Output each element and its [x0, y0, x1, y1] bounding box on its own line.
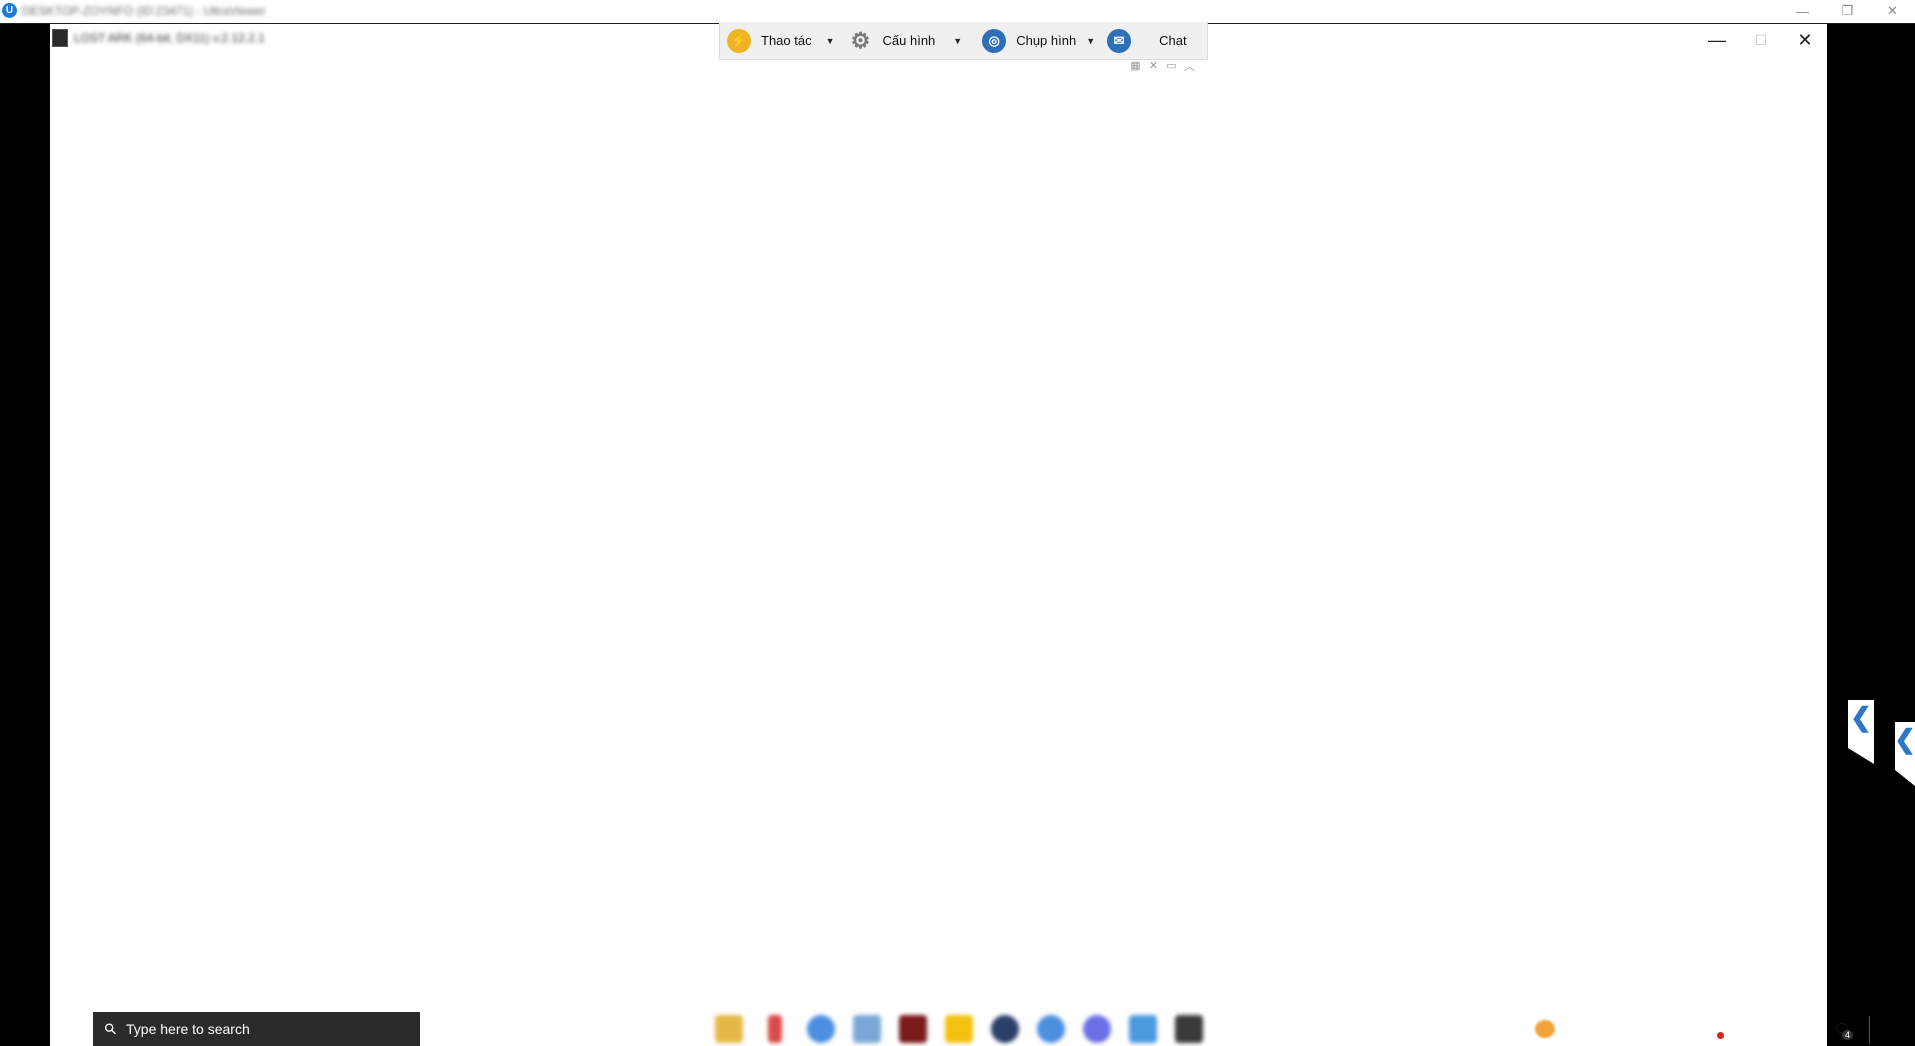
- remote-minimize-button[interactable]: —: [1695, 24, 1739, 56]
- weather-icon[interactable]: [1535, 1020, 1555, 1038]
- outer-minimize-button[interactable]: —: [1780, 0, 1825, 22]
- recording-indicator-icon: [1717, 1032, 1724, 1039]
- chat-label: Chat: [1159, 33, 1187, 48]
- discord-icon[interactable]: [1083, 1015, 1111, 1043]
- outer-window-title: DESKTOP-ZOYNFO (ID:23471) - UltraViewer: [22, 4, 266, 18]
- lightning-icon: ⚡: [727, 28, 751, 53]
- action-menu-button[interactable]: ⚡ Thao tác ▼: [727, 22, 835, 59]
- chat-icon: ✉: [1107, 28, 1132, 53]
- outer-close-button[interactable]: ✕: [1870, 0, 1915, 22]
- settings-menu-label: Cấu hình: [882, 33, 936, 48]
- app-icon[interactable]: [1175, 1015, 1203, 1043]
- camera-icon: ◎: [982, 28, 1007, 53]
- gear-icon: ⚙: [850, 27, 871, 53]
- outer-window-titlebar: U DESKTOP-ZOYNFO (ID:23471) - UltraViewe…: [0, 0, 1915, 24]
- monitor-icon[interactable]: ▭: [1164, 58, 1179, 73]
- chevron-down-icon[interactable]: ▼: [826, 36, 835, 46]
- toolbar-mini-controls: ▦ ✕ ▭ ︿: [1128, 58, 1197, 73]
- chevron-down-icon[interactable]: ▼: [953, 36, 962, 46]
- capture-menu-label: Chụp hình: [1016, 33, 1077, 48]
- outer-window-controls: — ❐ ✕: [1780, 0, 1915, 22]
- chrome-icon[interactable]: [807, 1015, 835, 1043]
- action-menu-label: Thao tác: [761, 33, 812, 48]
- notification-count-badge: 4: [1842, 1030, 1854, 1040]
- ultraviewer-toolbar: ⚡ Thao tác ▼ ⚙ Cấu hình ▼ ◎ Chụp hình ▼ …: [719, 22, 1208, 60]
- ultraviewer-taskbar-icon[interactable]: [1129, 1015, 1157, 1043]
- remote-window-title: LOST ARK (64-bit, DX11) v.2.12.2.1: [74, 31, 265, 45]
- show-desktop-divider: [1869, 1016, 1870, 1044]
- app-icon[interactable]: [1037, 1015, 1065, 1043]
- settings-menu-button[interactable]: ⚙ Cấu hình ▼: [849, 22, 963, 59]
- chat-button[interactable]: ✉ Chat: [1107, 22, 1187, 59]
- taskbar: ⚲ Type here to search 🗨 4: [50, 1012, 1854, 1046]
- sticky-notes-icon[interactable]: [945, 1015, 973, 1043]
- capture-menu-button[interactable]: ◎ Chụp hình ▼: [982, 22, 1095, 59]
- app-icon[interactable]: [768, 1015, 782, 1043]
- remote-screen-right-margin: [1827, 24, 1915, 1046]
- grid-icon[interactable]: ▦: [1128, 58, 1143, 73]
- fullscreen-icon[interactable]: ✕: [1146, 58, 1161, 73]
- taskbar-pinned-apps: [715, 1015, 1203, 1043]
- remote-close-button[interactable]: ✕: [1783, 24, 1827, 56]
- app-icon[interactable]: [853, 1015, 881, 1043]
- search-placeholder: Type here to search: [126, 1021, 250, 1037]
- outer-restore-button[interactable]: ❐: [1825, 0, 1870, 22]
- chevron-left-icon: ❮: [1850, 702, 1872, 732]
- chevron-down-icon[interactable]: ▼: [1086, 36, 1095, 46]
- steam-icon[interactable]: [991, 1015, 1019, 1043]
- remote-desktop-view[interactable]: LOST ARK (64-bit, DX11) v.2.12.2.1 — ☐ ✕: [50, 24, 1827, 1046]
- remote-window-titlebar: LOST ARK (64-bit, DX11) v.2.12.2.1: [52, 28, 265, 48]
- taskbar-search[interactable]: ⚲ Type here to search: [93, 1012, 420, 1046]
- search-icon: ⚲: [100, 1019, 121, 1040]
- remote-screen-left-margin: [0, 24, 50, 1046]
- remote-window-controls: — ☐ ✕: [1695, 24, 1827, 56]
- remote-maximize-button[interactable]: ☐: [1739, 24, 1783, 56]
- chevron-left-icon: ❮: [1894, 724, 1915, 754]
- game-app-icon: [52, 29, 68, 47]
- app-icon[interactable]: [899, 1015, 927, 1043]
- file-explorer-icon[interactable]: [715, 1015, 743, 1043]
- ultraviewer-app-icon: U: [2, 3, 17, 18]
- collapse-icon[interactable]: ︿: [1182, 58, 1197, 73]
